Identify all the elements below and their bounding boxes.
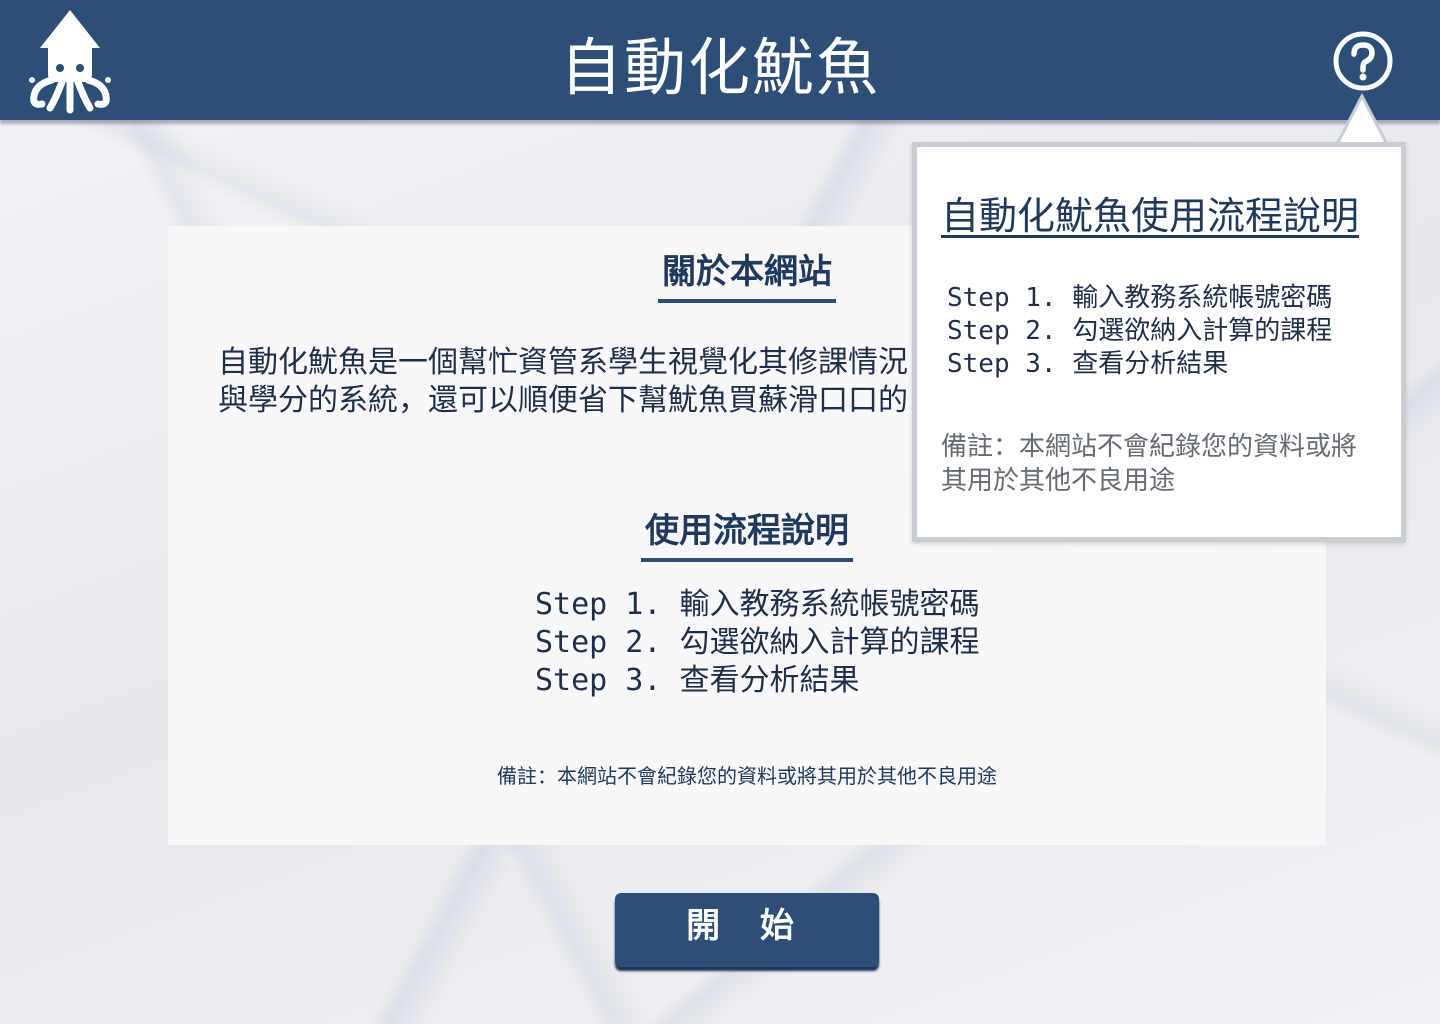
usage-step: Step 2. 勾選欲納入計算的課程 <box>535 625 980 660</box>
popover-steps: Step 1. 輸入教務系統帳號密碼 Step 2. 勾選欲納入計算的課程 St… <box>947 282 1332 381</box>
popover-step: Step 2. 勾選欲納入計算的課程 <box>947 316 1333 346</box>
popover-step: Step 3. 查看分析結果 <box>947 349 1229 379</box>
popover-title: 自動化魷魚使用流程說明 <box>941 194 1360 238</box>
help-popover: 自動化魷魚使用流程說明 Step 1. 輸入教務系統帳號密碼 Step 2. 勾… <box>912 142 1406 542</box>
privacy-note: 備註：本網站不會紀錄您的資料或將其用於其他不良用途 <box>497 764 997 788</box>
usage-step: Step 3. 查看分析結果 <box>535 663 860 698</box>
popover-note: 備註：本網站不會紀錄您的資料或將其用於其他不良用途 <box>941 432 1358 496</box>
usage-steps: Step 1. 輸入教務系統帳號密碼 Step 2. 勾選欲納入計算的課程 St… <box>535 586 980 700</box>
start-button[interactable]: 開 始 <box>615 893 879 967</box>
app-title: 自動化魷魚 <box>559 31 880 104</box>
question-circle-icon[interactable] <box>1332 30 1394 92</box>
about-description: 自動化魷魚是一個幫忙資管系學生視覺化其修課情況與學分的系統，還可以順便省下幫魷魚… <box>218 345 908 424</box>
usage-step: Step 1. 輸入教務系統帳號密碼 <box>535 587 980 622</box>
app-header: 自動化魷魚 <box>0 0 1440 120</box>
popover-step: Step 1. 輸入教務系統帳號密碼 <box>947 283 1333 313</box>
